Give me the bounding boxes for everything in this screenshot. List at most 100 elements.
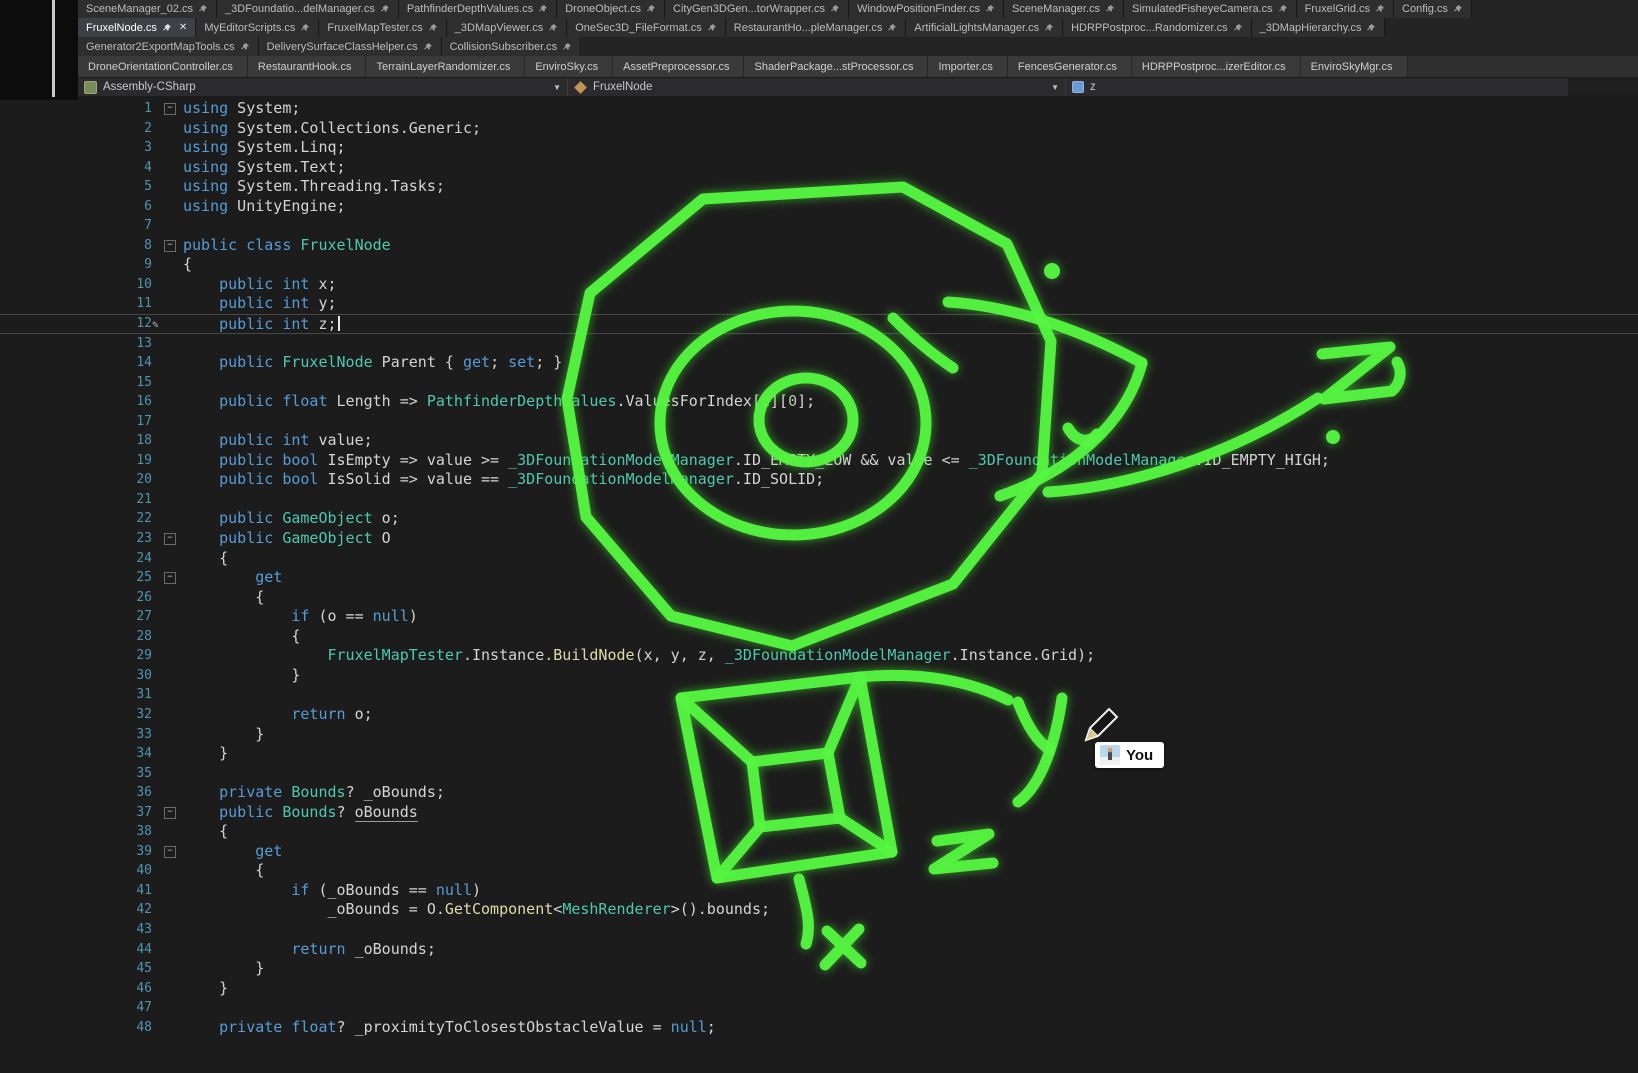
tab-RestaurantHook.cs[interactable]: RestaurantHook.cs (248, 56, 367, 77)
pin-icon[interactable] (646, 4, 656, 14)
code-line-20[interactable]: 20 public bool IsSolid => value == _3DFo… (0, 470, 1638, 490)
code-line-23[interactable]: 23− public GameObject O (0, 529, 1638, 549)
code-line-31[interactable]: 31 (0, 685, 1638, 705)
pin-icon[interactable] (1453, 4, 1463, 14)
tab-CityGen3DGen...torWrapper.cs[interactable]: CityGen3DGen...torWrapper.cs (665, 0, 849, 18)
pin-icon[interactable] (1044, 23, 1054, 33)
tab-WindowPositionFinder.cs[interactable]: WindowPositionFinder.cs (849, 0, 1004, 18)
tab-_3DMapHierarchy.cs[interactable]: _3DMapHierarchy.cs (1252, 18, 1386, 37)
code-line-5[interactable]: 5using System.Threading.Tasks; (0, 177, 1638, 197)
tab-FencesGenerator.cs[interactable]: FencesGenerator.cs (1008, 56, 1132, 77)
code-line-2[interactable]: 2using System.Collections.Generic; (0, 119, 1638, 139)
tab-PathfinderDepthValues.cs[interactable]: PathfinderDepthValues.cs (399, 0, 557, 18)
pin-icon[interactable] (538, 4, 548, 14)
code-line-30[interactable]: 30 } (0, 666, 1638, 686)
pin-icon[interactable] (423, 42, 433, 52)
close-icon[interactable]: ✕ (179, 22, 187, 33)
code-line-8[interactable]: 8−public class FruxelNode (0, 236, 1638, 256)
collapse-region-icon[interactable]: − (164, 240, 176, 252)
collapse-region-icon[interactable]: − (164, 572, 176, 584)
code-line-43[interactable]: 43 (0, 920, 1638, 940)
code-line-45[interactable]: 45 } (0, 959, 1638, 979)
code-line-15[interactable]: 15 (0, 373, 1638, 393)
code-line-33[interactable]: 33 } (0, 725, 1638, 745)
code-line-40[interactable]: 40 { (0, 861, 1638, 881)
code-line-1[interactable]: 1−using System; (0, 99, 1638, 119)
code-line-37[interactable]: 37− public Bounds? oBounds (0, 803, 1638, 823)
code-line-7[interactable]: 7 (0, 216, 1638, 236)
tab-Importer.cs[interactable]: Importer.cs (928, 56, 1007, 77)
tab-OneSec3D_FileFormat.cs[interactable]: OneSec3D_FileFormat.cs (567, 18, 726, 37)
pin-icon[interactable] (707, 23, 717, 33)
tab-ShaderPackage...stProcessor.cs[interactable]: ShaderPackage...stProcessor.cs (744, 56, 928, 77)
code-line-42[interactable]: 42 _oBounds = O.GetComponent<MeshRendere… (0, 900, 1638, 920)
code-line-3[interactable]: 3using System.Linq; (0, 138, 1638, 158)
code-line-14[interactable]: 14 public FruxelNode Parent { get; set; … (0, 353, 1638, 373)
project-dropdown[interactable]: Assembly-CSharp ▼ (78, 78, 568, 96)
code-line-27[interactable]: 27 if (o == null) (0, 607, 1638, 627)
code-line-13[interactable]: 13 (0, 334, 1638, 354)
pin-icon[interactable] (1375, 4, 1385, 14)
tab-_3DFoundatio...delManager.cs[interactable]: _3DFoundatio...delManager.cs (217, 0, 399, 18)
collapse-region-icon[interactable]: − (164, 807, 176, 819)
pin-icon[interactable] (428, 23, 438, 33)
code-line-36[interactable]: 36 private Bounds? _oBounds; (0, 783, 1638, 803)
member-dropdown[interactable]: z (1066, 78, 1568, 96)
code-line-47[interactable]: 47 (0, 998, 1638, 1018)
code-line-19[interactable]: 19 public bool IsEmpty => value >= _3DFo… (0, 451, 1638, 471)
tab-SceneManager.cs[interactable]: SceneManager.cs (1004, 0, 1124, 18)
code-line-29[interactable]: 29 FruxelMapTester.Instance.BuildNode(x,… (0, 646, 1638, 666)
tab-MyEditorScripts.cs[interactable]: MyEditorScripts.cs (196, 18, 319, 37)
pin-icon[interactable] (1278, 4, 1288, 14)
tab-Generator2ExportMapTools.cs[interactable]: Generator2ExportMapTools.cs (78, 37, 259, 56)
code-line-44[interactable]: 44 return _oBounds; (0, 940, 1638, 960)
code-line-12[interactable]: 12✎ public int z; (0, 314, 1638, 334)
pin-icon[interactable] (1105, 4, 1115, 14)
code-line-22[interactable]: 22 public GameObject o; (0, 509, 1638, 529)
code-line-26[interactable]: 26 { (0, 588, 1638, 608)
pin-icon[interactable] (1233, 23, 1243, 33)
tab-HDRPPostproc...Randomizer.cs[interactable]: HDRPPostproc...Randomizer.cs (1063, 18, 1252, 37)
code-line-28[interactable]: 28 { (0, 627, 1638, 647)
code-line-46[interactable]: 46 } (0, 979, 1638, 999)
tab-DroneObject.cs[interactable]: DroneObject.cs (557, 0, 665, 18)
tab-Config.cs[interactable]: Config.cs (1394, 0, 1472, 18)
pin-icon[interactable] (240, 42, 250, 52)
code-line-38[interactable]: 38 { (0, 822, 1638, 842)
code-line-39[interactable]: 39− get (0, 842, 1638, 862)
pin-icon[interactable] (985, 4, 995, 14)
code-line-4[interactable]: 4using System.Text; (0, 158, 1638, 178)
code-line-35[interactable]: 35 (0, 764, 1638, 784)
code-line-17[interactable]: 17 (0, 412, 1638, 432)
collapse-region-icon[interactable]: − (164, 103, 176, 115)
tab-AssetPreprocessor.cs[interactable]: AssetPreprocessor.cs (613, 56, 744, 77)
code-line-11[interactable]: 11 public int y; (0, 294, 1638, 314)
pin-icon[interactable] (162, 23, 172, 33)
pin-icon[interactable] (198, 4, 208, 14)
tab-EnviroSky.cs[interactable]: EnviroSky.cs (525, 56, 613, 77)
code-line-6[interactable]: 6using UnityEngine; (0, 197, 1638, 217)
code-line-9[interactable]: 9{ (0, 255, 1638, 275)
code-line-34[interactable]: 34 } (0, 744, 1638, 764)
collapse-region-icon[interactable]: − (164, 846, 176, 858)
tab-DeliverySurfaceClassHelper.cs[interactable]: DeliverySurfaceClassHelper.cs (259, 37, 442, 56)
pin-icon[interactable] (380, 4, 390, 14)
tab-RestaurantHo...pleManager.cs[interactable]: RestaurantHo...pleManager.cs (726, 18, 907, 37)
code-line-48[interactable]: 48 private float? _proximityToClosestObs… (0, 1018, 1638, 1038)
code-line-41[interactable]: 41 if (_oBounds == null) (0, 881, 1638, 901)
tab-_3DMapViewer.cs[interactable]: _3DMapViewer.cs (447, 18, 567, 37)
code-line-10[interactable]: 10 public int x; (0, 275, 1638, 295)
type-dropdown[interactable]: FruxelNode ▼ (568, 78, 1066, 96)
code-line-21[interactable]: 21 (0, 490, 1638, 510)
code-line-24[interactable]: 24 { (0, 549, 1638, 569)
tab-DroneOrientationController.cs[interactable]: DroneOrientationController.cs (78, 56, 248, 77)
code-line-18[interactable]: 18 public int value; (0, 431, 1638, 451)
tab-ArtificialLightsManager.cs[interactable]: ArtificialLightsManager.cs (906, 18, 1063, 37)
tab-HDRPPostproc...izerEditor.cs[interactable]: HDRPPostproc...izerEditor.cs (1132, 56, 1301, 77)
tab-FruxelGrid.cs[interactable]: FruxelGrid.cs (1297, 0, 1394, 18)
pin-icon[interactable] (1366, 23, 1376, 33)
code-line-16[interactable]: 16 public float Length => PathfinderDept… (0, 392, 1638, 412)
pin-icon[interactable] (548, 23, 558, 33)
pin-icon[interactable] (300, 23, 310, 33)
pin-icon[interactable] (887, 23, 897, 33)
